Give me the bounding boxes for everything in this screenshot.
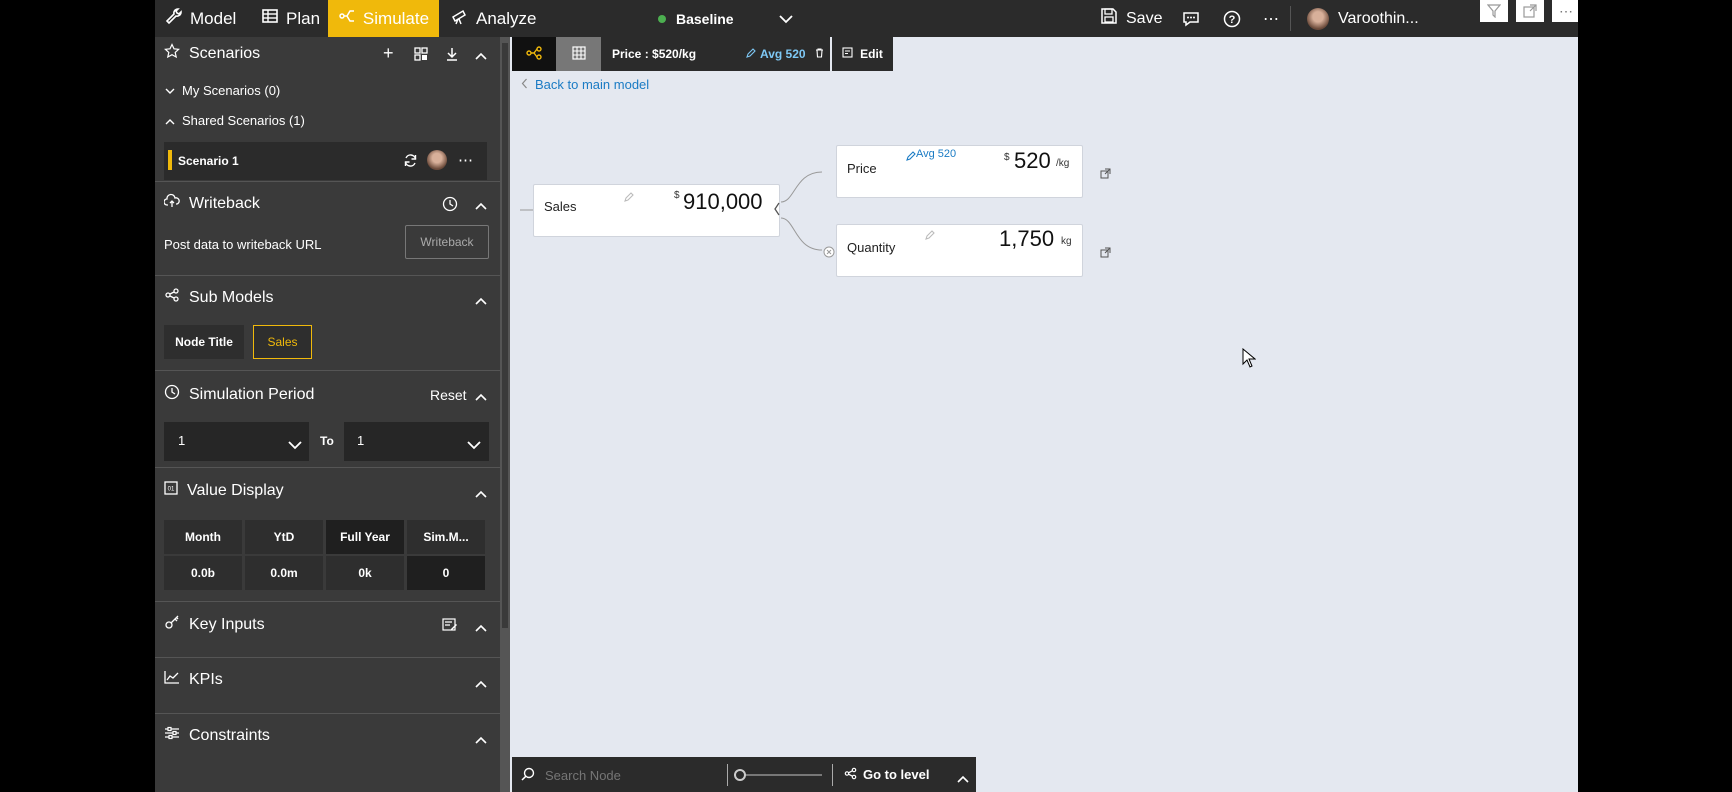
pencil-icon[interactable] (624, 189, 635, 207)
go-to-level-label: Go to level (863, 767, 930, 782)
zoom-slider[interactable] (734, 769, 822, 781)
hierarchy-icon (844, 767, 857, 783)
price-node[interactable]: Price Avg 520 $ 520 /kg (836, 145, 1083, 198)
collapse-node-chevron-icon[interactable] (773, 202, 781, 221)
quantity-unit: kg (1061, 236, 1072, 247)
sales-value: 910,000 (683, 189, 763, 214)
price-unit: /kg (1056, 158, 1070, 169)
divider (832, 764, 833, 786)
search-icon (521, 767, 535, 786)
node-connectors (520, 171, 823, 251)
price-avg-label[interactable]: Avg 520 (916, 148, 956, 160)
open-external-icon[interactable] (1100, 166, 1111, 184)
zoom-slider-handle[interactable] (734, 769, 746, 781)
sales-node[interactable]: Sales $ 910,000 (533, 184, 780, 237)
search-node-input[interactable] (545, 764, 695, 786)
sales-currency: $ (674, 190, 680, 201)
mouse-cursor-icon (1242, 347, 1257, 373)
canvas-bottom-bar: Go to level (512, 757, 976, 792)
quantity-node-title: Quantity (847, 240, 896, 255)
quantity-value: 1,750 (999, 226, 1055, 251)
pencil-icon[interactable] (925, 227, 936, 245)
sales-node-title: Sales (544, 199, 577, 214)
go-to-level-button[interactable]: Go to level (844, 757, 929, 792)
quantity-node[interactable]: Quantity 1,750 kg (836, 224, 1083, 277)
operator-multiply-icon (823, 245, 835, 263)
pencil-icon[interactable] (906, 148, 916, 166)
app-window: Model Plan Simulate Analyze Baseline Sav… (155, 0, 1578, 792)
price-currency: $ (1004, 152, 1010, 163)
price-value: 520 (1014, 148, 1051, 173)
divider (727, 764, 728, 786)
open-external-icon[interactable] (1100, 245, 1111, 263)
price-node-title: Price (847, 161, 877, 176)
chevron-up-icon[interactable] (957, 770, 969, 788)
